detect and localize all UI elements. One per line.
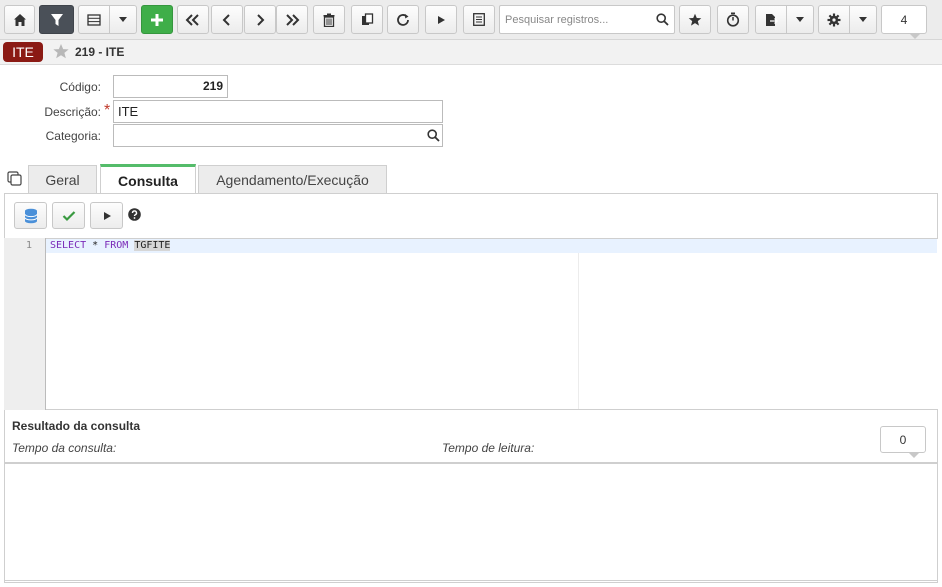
- home-icon: [13, 13, 26, 26]
- codigo-label: Código:: [59, 80, 101, 94]
- export-icon: [765, 13, 778, 26]
- plus-icon: [151, 13, 163, 26]
- copy-icon[interactable]: [7, 171, 23, 190]
- record-count-badge: 4: [881, 5, 927, 39]
- star-icon: [688, 13, 702, 26]
- last-icon: [286, 13, 300, 26]
- sql-keyword-select: SELECT: [50, 240, 87, 251]
- home-button[interactable]: [4, 5, 35, 34]
- tempo-consulta-label: Tempo da consulta:: [12, 441, 117, 455]
- print-margin: [578, 253, 579, 409]
- last-record-button[interactable]: [276, 5, 308, 34]
- line-number: 1: [25, 240, 32, 251]
- filter-icon: [50, 13, 63, 26]
- trash-icon: [323, 13, 335, 27]
- favorites-button[interactable]: [679, 5, 711, 34]
- validate-button[interactable]: [52, 202, 85, 229]
- list-icon: [473, 13, 485, 26]
- tab-agendamento[interactable]: Agendamento/Execução: [198, 165, 387, 194]
- next-icon: [257, 13, 265, 26]
- copy-icon: [361, 13, 373, 25]
- tab-consulta[interactable]: Consulta: [100, 164, 196, 194]
- editor-gutter: [4, 238, 46, 410]
- add-record-button[interactable]: [141, 5, 173, 34]
- refresh-icon: [397, 13, 409, 26]
- refresh-button[interactable]: [387, 5, 419, 34]
- tempo-leitura-label: Tempo de leitura:: [442, 441, 535, 455]
- required-indicator: *: [104, 102, 111, 119]
- codigo-field[interactable]: 219: [113, 75, 228, 98]
- duplicate-button[interactable]: [351, 5, 383, 34]
- categoria-label: Categoria:: [45, 129, 101, 143]
- chevron-down-icon: [859, 17, 867, 22]
- settings-dropdown[interactable]: [850, 5, 877, 34]
- chevron-down-icon: [796, 17, 804, 22]
- sql-table-name: TGFITE: [134, 240, 171, 251]
- detail-view-button[interactable]: [463, 5, 495, 34]
- first-record-button[interactable]: [177, 5, 209, 34]
- first-icon: [185, 13, 199, 26]
- tab-geral[interactable]: Geral: [28, 165, 97, 194]
- prev-icon: [222, 13, 230, 26]
- descricao-field[interactable]: ITE: [113, 100, 443, 123]
- record-title: 219 - ITE: [75, 45, 125, 59]
- descricao-label: Descrição:: [44, 105, 101, 119]
- sql-star: *: [86, 240, 105, 251]
- execute-query-button[interactable]: [90, 202, 123, 229]
- record-header: ITE 219 - ITE: [0, 40, 942, 65]
- grid-icon: [87, 13, 101, 26]
- results-title: Resultado da consulta: [12, 419, 141, 433]
- search-icon[interactable]: [656, 13, 669, 29]
- export-button[interactable]: [755, 5, 787, 34]
- gear-icon: [827, 13, 841, 26]
- categoria-field[interactable]: [113, 124, 443, 147]
- database-icon: [24, 208, 37, 223]
- next-record-button[interactable]: [244, 5, 276, 34]
- export-dropdown[interactable]: [787, 5, 814, 34]
- play-icon: [103, 211, 111, 220]
- settings-button[interactable]: [818, 5, 850, 34]
- chevron-down-icon: [119, 17, 127, 22]
- entity-badge: ITE: [3, 42, 43, 62]
- help-icon[interactable]: [128, 208, 141, 224]
- run-button[interactable]: [425, 5, 457, 34]
- timer-icon: [726, 12, 740, 27]
- result-count-badge: 0: [880, 426, 926, 458]
- delete-button[interactable]: [313, 5, 345, 34]
- active-line-highlight: [46, 239, 937, 253]
- sql-editor[interactable]: [4, 238, 938, 410]
- code-line[interactable]: SELECT * FROM TGFITE: [50, 240, 171, 251]
- database-button[interactable]: [14, 202, 47, 229]
- search-box: [499, 5, 675, 34]
- results-grid[interactable]: [4, 462, 938, 581]
- search-input[interactable]: [500, 6, 650, 33]
- prev-record-button[interactable]: [211, 5, 243, 34]
- play-icon: [438, 15, 445, 24]
- main-toolbar: 4: [0, 0, 942, 40]
- filter-button[interactable]: [39, 5, 74, 34]
- timer-button[interactable]: [717, 5, 749, 34]
- sql-keyword-from: FROM: [104, 240, 129, 251]
- grid-view-dropdown[interactable]: [110, 5, 137, 34]
- search-icon[interactable]: [427, 129, 440, 145]
- check-icon: [62, 210, 75, 221]
- favorite-star-icon[interactable]: [52, 43, 70, 63]
- grid-view-button[interactable]: [78, 5, 110, 34]
